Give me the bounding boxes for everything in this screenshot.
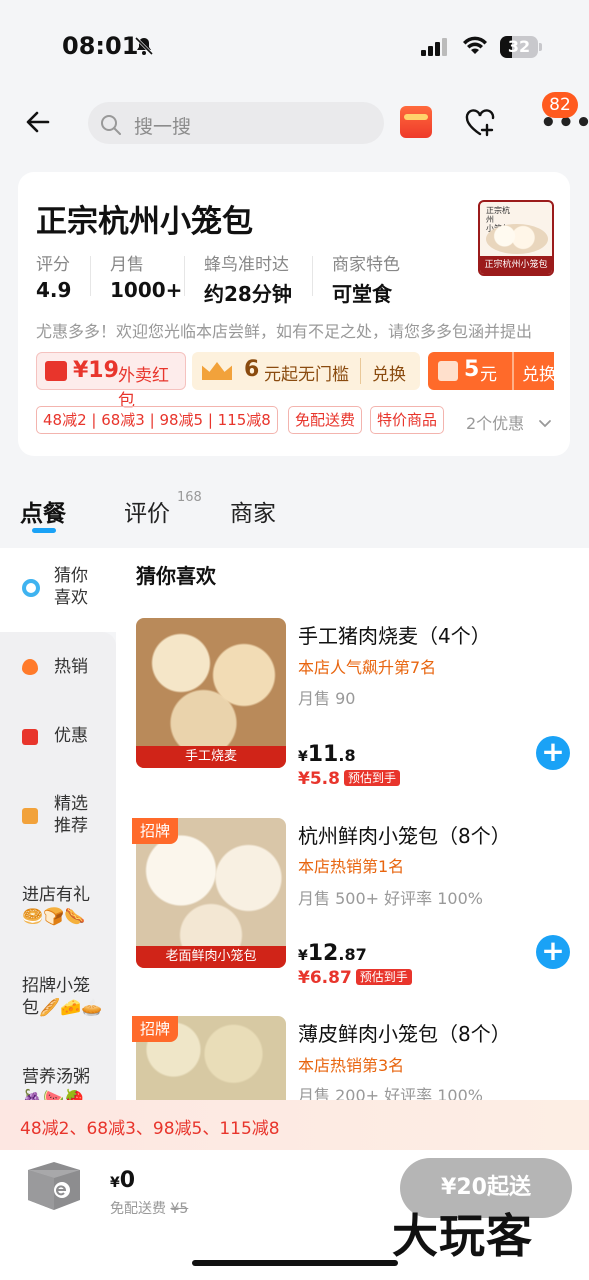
- search-input[interactable]: [88, 102, 384, 144]
- promo-count[interactable]: 2个优惠: [466, 410, 524, 434]
- stat-divider: [90, 256, 91, 296]
- wifi-icon: [462, 36, 488, 60]
- tab-active-indicator: [32, 528, 56, 533]
- coupon-icon: [438, 361, 458, 381]
- sidebar-item-recommend[interactable]: 精选 推荐: [54, 793, 88, 837]
- coupon-amount: 6: [244, 357, 260, 382]
- tab-merchant[interactable]: 商家: [230, 494, 276, 528]
- dish-name[interactable]: 手工猪肉烧麦（4个）: [298, 620, 491, 649]
- red-packet-icon[interactable]: [400, 106, 432, 138]
- dish-name[interactable]: 杭州鲜肉小笼包（8个）: [298, 820, 511, 849]
- coupon-divider: [512, 352, 514, 390]
- watermark: 大玩客: [392, 1209, 533, 1263]
- discount-banner-text: 48减2、68减3、98减5、115减8: [20, 1119, 280, 1139]
- promo-tag-special-items[interactable]: 特价商品: [370, 406, 445, 434]
- search-placeholder: 搜一搜: [134, 116, 192, 138]
- deal-tag: 预估到手: [343, 770, 400, 786]
- stat-feature-value: 可堂食: [332, 282, 392, 306]
- dish-deal-price: ¥5.8 预估到手: [298, 769, 400, 789]
- stat-monthly-sales-value: 1000+: [110, 278, 183, 302]
- sidebar-item-hot[interactable]: 热销: [54, 656, 88, 678]
- dish-name[interactable]: 薄皮鲜肉小笼包（8个）: [298, 1018, 511, 1047]
- shop-name: 正宗杭州小笼包: [36, 204, 253, 240]
- stat-rating-label: 评分: [36, 255, 70, 275]
- sidebar-item-discount[interactable]: 优惠: [54, 725, 88, 747]
- coupon-exchange-button[interactable]: 兑换: [522, 360, 554, 385]
- category-sidebar: [0, 632, 116, 1112]
- sidebar-item-welcome-gift[interactable]: 进店有礼 🥯🍞🌭: [22, 884, 90, 928]
- coupon-threshold-free[interactable]: 6 元起无门槛 兑换: [192, 352, 420, 390]
- logo-dumpling-image: [486, 224, 548, 254]
- thumb-up-icon: [22, 808, 38, 824]
- add-to-cart-button[interactable]: +: [536, 736, 570, 770]
- section-title: 猜你喜欢: [136, 564, 216, 588]
- coupon-icon: [22, 729, 38, 745]
- coupon-label: 外卖红包: [118, 366, 169, 411]
- red-packet-icon: [45, 361, 67, 381]
- coupon-label: 元: [480, 365, 497, 385]
- coupon-amount: 5: [464, 357, 480, 382]
- delivery-fee: 免配送费 ¥5: [110, 1201, 189, 1217]
- stat-rating-value: 4.9: [36, 278, 72, 302]
- stat-feature-label: 商家特色: [332, 255, 400, 275]
- signature-tag: 招牌: [132, 1016, 178, 1042]
- dish-image-shumai[interactable]: 手工烧麦: [136, 618, 286, 768]
- promo-tag-discounts[interactable]: 48减2 | 68减3 | 98减5 | 115减8: [36, 406, 278, 434]
- signal-icon: [421, 38, 449, 60]
- discount-banner: 48减2、68减3、98减5、115减8: [0, 1100, 589, 1150]
- deal-tag: 预估到手: [355, 969, 412, 985]
- chevron-down-icon[interactable]: [538, 414, 552, 433]
- sidebar-item-guess[interactable]: 猜你 喜欢: [54, 565, 88, 609]
- coupon-red-packet[interactable]: ¥19 外卖红包: [36, 352, 186, 411]
- add-to-cart-button[interactable]: +: [536, 935, 570, 969]
- search-icon: [100, 114, 122, 140]
- cart-count-badge: 82: [542, 92, 578, 118]
- shop-logo[interactable]: 正宗杭州小笼包 正宗杭州小笼包: [478, 200, 554, 276]
- dish-sales: 月售 500+ 好评率 100%: [298, 889, 483, 908]
- cart-total: ¥0: [110, 1168, 136, 1193]
- battery-nub: [539, 43, 542, 51]
- stat-divider: [184, 256, 185, 296]
- muted-bell-icon: [134, 36, 154, 60]
- dish-sales: 月售 90: [298, 689, 356, 708]
- battery-icon: 32: [500, 36, 538, 58]
- coupon-exchange-button[interactable]: 兑换: [372, 360, 406, 385]
- flame-icon: [22, 659, 38, 675]
- dish-deal-price: ¥6.87 预估到手: [298, 968, 412, 988]
- tab-order[interactable]: 点餐: [20, 494, 66, 528]
- stat-delivery-label: 蜂鸟准时达: [204, 255, 289, 275]
- shop-notice[interactable]: 尤惠多多！欢迎您光临本店尝鲜，如有不足之处，请您多多包涵并提出: [36, 318, 556, 342]
- battery-level-text: 32: [507, 37, 531, 56]
- review-count: 168: [177, 490, 202, 505]
- dish-sales: 月售 200+ 好评率 100%: [298, 1086, 483, 1100]
- dish-rank: 本店人气飙升第7名: [298, 658, 437, 677]
- stat-divider: [312, 256, 313, 296]
- signature-tag: 招牌: [132, 818, 178, 844]
- crown-icon: [202, 362, 232, 380]
- back-arrow-icon[interactable]: [24, 108, 52, 140]
- dish-rank: 本店热销第1名: [298, 857, 405, 876]
- favorite-heart-icon[interactable]: [464, 108, 496, 142]
- stat-delivery-value: 约28分钟: [204, 282, 292, 306]
- dish-rank: 本店热销第3名: [298, 1056, 405, 1075]
- tab-reviews[interactable]: 评价: [124, 494, 170, 528]
- promo-tag-free-delivery[interactable]: 免配送费: [288, 406, 363, 434]
- sidebar-item-signature-buns[interactable]: 招牌小笼 包🥖🧀🥧: [22, 975, 103, 1019]
- coupon-divider: [360, 358, 361, 384]
- coupon-label: 元起无门槛: [264, 365, 349, 385]
- dish-price: ¥11.8: [298, 742, 356, 767]
- cart-box-icon[interactable]: [22, 1156, 86, 1212]
- logo-caption: 正宗杭州小笼包: [480, 256, 552, 274]
- blue-dot-icon: [22, 579, 40, 597]
- coupon-five-yuan[interactable]: 5 元 兑换: [428, 352, 554, 390]
- stat-monthly-sales-label: 月售: [110, 255, 144, 275]
- dish-image-caption: 老面鲜肉小笼包: [136, 946, 286, 968]
- more-dots-icon[interactable]: •••: [540, 110, 589, 136]
- dish-price: ¥12.87: [298, 941, 367, 966]
- dish-image-caption: 手工烧麦: [136, 746, 286, 768]
- status-time: 08:01: [62, 32, 139, 60]
- coupon-amount: ¥19: [73, 358, 119, 383]
- home-indicator[interactable]: [192, 1260, 398, 1266]
